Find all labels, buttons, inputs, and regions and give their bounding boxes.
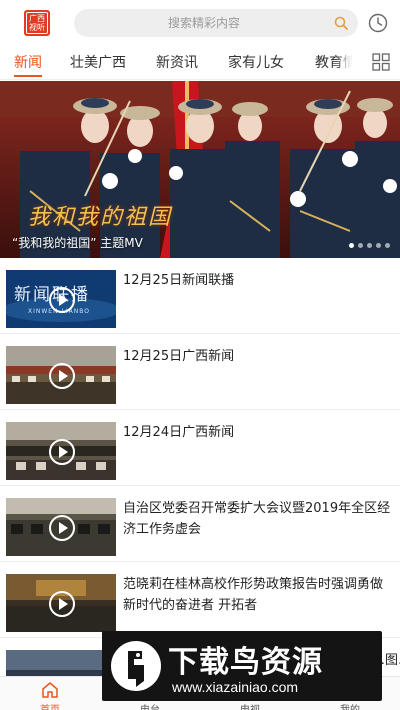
news-title: 12月25日新闻联播 (123, 273, 235, 288)
carousel-dot[interactable] (349, 243, 354, 248)
carousel-dot[interactable] (385, 243, 390, 248)
active-tab-indicator (14, 75, 42, 77)
watermark: 下载鸟资源 www.xiazainiao.com (102, 631, 382, 701)
banner-carousel[interactable]: 我和我的祖国 “我和我的祖国” 主题MV (0, 81, 400, 258)
banner-caption: “我和我的祖国” 主题MV (12, 236, 143, 250)
banner-image (0, 81, 400, 258)
watermark-url: www.xiazainiao.com (172, 679, 299, 695)
video-thumbnail (6, 574, 116, 632)
play-icon (49, 515, 75, 541)
tab-zhuangmei-guangxi[interactable]: 壮美广西 (70, 52, 126, 72)
video-thumbnail (6, 422, 116, 480)
carousel-dot[interactable] (376, 243, 381, 248)
video-thumbnail (6, 498, 116, 556)
play-icon (49, 287, 75, 313)
list-item[interactable]: 12月25日广西新闻 (0, 334, 400, 410)
news-title: 12月24日广西新闻 (123, 425, 235, 440)
grid-icon[interactable] (372, 53, 390, 71)
banner-artwork-text: 我和我的祖国 (28, 205, 173, 230)
nav-label: 电视 (220, 701, 280, 710)
search-input[interactable] (74, 9, 334, 37)
nav-label: 我的 (320, 701, 380, 710)
video-thumbnail (6, 346, 116, 404)
logo-mark: 广西视听 (26, 12, 48, 34)
app-logo[interactable]: 广西视听 (24, 10, 50, 36)
play-icon (49, 439, 75, 465)
tab-news[interactable]: 新闻 (14, 52, 42, 72)
play-icon (49, 591, 75, 617)
list-item[interactable]: 自治区党委召开常委扩大会议暨2019年全区经济工作务虚会 (0, 486, 400, 562)
search-bar[interactable] (74, 9, 358, 37)
list-item[interactable]: 12月24日广西新闻 (0, 410, 400, 486)
news-title: 自治区党委召开常委扩大会议暨2019年全区经济工作务虚会 (123, 501, 391, 537)
search-icon[interactable] (334, 16, 348, 30)
carousel-dots (349, 243, 390, 248)
clock-icon[interactable] (368, 13, 388, 33)
tab-family[interactable]: 家有儿女 (228, 52, 284, 72)
news-title: 范晓莉在桂林高校作形势政策报告时强调勇做新时代的奋进者 开拓者 (123, 577, 384, 613)
nav-label: 电台 (120, 701, 180, 710)
logo-text: 广西视听 (29, 14, 45, 32)
list-item[interactable]: 新闻联播 XINWEN LIANBO 12月25日新闻联播 (0, 258, 400, 334)
bird-logo-icon (111, 641, 161, 691)
tab-new-info[interactable]: 新资讯 (156, 52, 198, 72)
carousel-dot[interactable] (358, 243, 363, 248)
nav-label: 首页 (20, 701, 80, 710)
category-tabs: 新闻 壮美广西 新资讯 家有儿女 教育情 (0, 44, 400, 80)
nav-home[interactable]: 首页 (20, 677, 80, 710)
list-item[interactable]: 范晓莉在桂林高校作形势政策报告时强调勇做新时代的奋进者 开拓者 (0, 562, 400, 638)
tab-education[interactable]: 教育情 (315, 52, 357, 72)
news-title: 12月25日广西新闻 (123, 349, 235, 364)
play-icon (49, 363, 75, 389)
watermark-title: 下载鸟资源 (168, 645, 323, 680)
video-thumbnail: 新闻联播 XINWEN LIANBO (6, 270, 116, 328)
top-bar: 广西视听 (0, 0, 400, 44)
home-icon (42, 682, 58, 698)
carousel-dot[interactable] (367, 243, 372, 248)
